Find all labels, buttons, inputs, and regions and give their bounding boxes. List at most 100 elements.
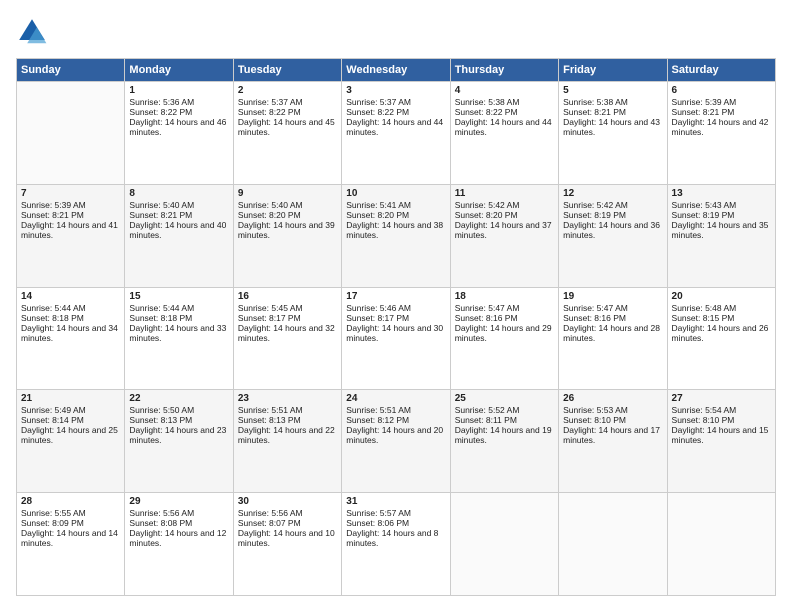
sunset-text: Sunset: 8:18 PM — [129, 313, 228, 323]
calendar-cell: 9Sunrise: 5:40 AMSunset: 8:20 PMDaylight… — [233, 184, 341, 287]
sunset-text: Sunset: 8:20 PM — [455, 210, 554, 220]
daylight-text: Daylight: 14 hours and 30 minutes. — [346, 323, 445, 343]
day-number: 20 — [672, 291, 771, 302]
daylight-text: Daylight: 14 hours and 23 minutes. — [129, 425, 228, 445]
calendar-cell: 11Sunrise: 5:42 AMSunset: 8:20 PMDayligh… — [450, 184, 558, 287]
sunset-text: Sunset: 8:18 PM — [21, 313, 120, 323]
calendar-cell: 2Sunrise: 5:37 AMSunset: 8:22 PMDaylight… — [233, 82, 341, 185]
sunrise-text: Sunrise: 5:39 AM — [21, 200, 120, 210]
calendar-cell: 17Sunrise: 5:46 AMSunset: 8:17 PMDayligh… — [342, 287, 450, 390]
sunrise-text: Sunrise: 5:37 AM — [238, 97, 337, 107]
sunset-text: Sunset: 8:13 PM — [129, 415, 228, 425]
daylight-text: Daylight: 14 hours and 44 minutes. — [346, 117, 445, 137]
day-number: 19 — [563, 291, 662, 302]
sunrise-text: Sunrise: 5:37 AM — [346, 97, 445, 107]
calendar-cell: 18Sunrise: 5:47 AMSunset: 8:16 PMDayligh… — [450, 287, 558, 390]
daylight-text: Daylight: 14 hours and 45 minutes. — [238, 117, 337, 137]
daylight-text: Daylight: 14 hours and 38 minutes. — [346, 220, 445, 240]
sunrise-text: Sunrise: 5:44 AM — [129, 303, 228, 313]
day-number: 23 — [238, 393, 337, 404]
daylight-text: Daylight: 14 hours and 35 minutes. — [672, 220, 771, 240]
day-number: 11 — [455, 188, 554, 199]
sunrise-text: Sunrise: 5:57 AM — [346, 508, 445, 518]
calendar-cell: 19Sunrise: 5:47 AMSunset: 8:16 PMDayligh… — [559, 287, 667, 390]
day-number: 7 — [21, 188, 120, 199]
daylight-text: Daylight: 14 hours and 14 minutes. — [21, 528, 120, 548]
day-number: 16 — [238, 291, 337, 302]
sunset-text: Sunset: 8:07 PM — [238, 518, 337, 528]
day-number: 31 — [346, 496, 445, 507]
calendar-cell: 30Sunrise: 5:56 AMSunset: 8:07 PMDayligh… — [233, 493, 341, 596]
sunrise-text: Sunrise: 5:36 AM — [129, 97, 228, 107]
calendar-cell: 28Sunrise: 5:55 AMSunset: 8:09 PMDayligh… — [17, 493, 125, 596]
calendar-cell — [667, 493, 775, 596]
calendar-cell: 6Sunrise: 5:39 AMSunset: 8:21 PMDaylight… — [667, 82, 775, 185]
calendar-week-row: 28Sunrise: 5:55 AMSunset: 8:09 PMDayligh… — [17, 493, 776, 596]
sunset-text: Sunset: 8:09 PM — [21, 518, 120, 528]
sunrise-text: Sunrise: 5:43 AM — [672, 200, 771, 210]
sunrise-text: Sunrise: 5:40 AM — [129, 200, 228, 210]
day-number: 1 — [129, 85, 228, 96]
sunset-text: Sunset: 8:20 PM — [238, 210, 337, 220]
day-header-sunday: Sunday — [17, 59, 125, 82]
sunset-text: Sunset: 8:19 PM — [672, 210, 771, 220]
day-header-friday: Friday — [559, 59, 667, 82]
daylight-text: Daylight: 14 hours and 10 minutes. — [238, 528, 337, 548]
sunrise-text: Sunrise: 5:49 AM — [21, 405, 120, 415]
sunrise-text: Sunrise: 5:45 AM — [238, 303, 337, 313]
daylight-text: Daylight: 14 hours and 12 minutes. — [129, 528, 228, 548]
sunset-text: Sunset: 8:22 PM — [455, 107, 554, 117]
day-header-monday: Monday — [125, 59, 233, 82]
daylight-text: Daylight: 14 hours and 20 minutes. — [346, 425, 445, 445]
calendar-cell: 21Sunrise: 5:49 AMSunset: 8:14 PMDayligh… — [17, 390, 125, 493]
calendar-cell: 12Sunrise: 5:42 AMSunset: 8:19 PMDayligh… — [559, 184, 667, 287]
calendar-table: SundayMondayTuesdayWednesdayThursdayFrid… — [16, 58, 776, 596]
day-number: 17 — [346, 291, 445, 302]
day-number: 3 — [346, 85, 445, 96]
sunset-text: Sunset: 8:16 PM — [563, 313, 662, 323]
sunset-text: Sunset: 8:22 PM — [238, 107, 337, 117]
daylight-text: Daylight: 14 hours and 15 minutes. — [672, 425, 771, 445]
page: SundayMondayTuesdayWednesdayThursdayFrid… — [0, 0, 792, 612]
calendar-cell: 16Sunrise: 5:45 AMSunset: 8:17 PMDayligh… — [233, 287, 341, 390]
sunset-text: Sunset: 8:21 PM — [129, 210, 228, 220]
daylight-text: Daylight: 14 hours and 37 minutes. — [455, 220, 554, 240]
calendar-cell: 3Sunrise: 5:37 AMSunset: 8:22 PMDaylight… — [342, 82, 450, 185]
calendar-cell: 24Sunrise: 5:51 AMSunset: 8:12 PMDayligh… — [342, 390, 450, 493]
calendar-cell: 23Sunrise: 5:51 AMSunset: 8:13 PMDayligh… — [233, 390, 341, 493]
sunrise-text: Sunrise: 5:52 AM — [455, 405, 554, 415]
sunset-text: Sunset: 8:12 PM — [346, 415, 445, 425]
sunrise-text: Sunrise: 5:50 AM — [129, 405, 228, 415]
calendar-week-row: 21Sunrise: 5:49 AMSunset: 8:14 PMDayligh… — [17, 390, 776, 493]
day-number: 10 — [346, 188, 445, 199]
daylight-text: Daylight: 14 hours and 32 minutes. — [238, 323, 337, 343]
sunset-text: Sunset: 8:06 PM — [346, 518, 445, 528]
logo-icon — [16, 16, 48, 48]
sunset-text: Sunset: 8:16 PM — [455, 313, 554, 323]
daylight-text: Daylight: 14 hours and 25 minutes. — [21, 425, 120, 445]
sunset-text: Sunset: 8:22 PM — [129, 107, 228, 117]
daylight-text: Daylight: 14 hours and 17 minutes. — [563, 425, 662, 445]
calendar-cell: 13Sunrise: 5:43 AMSunset: 8:19 PMDayligh… — [667, 184, 775, 287]
day-number: 6 — [672, 85, 771, 96]
daylight-text: Daylight: 14 hours and 46 minutes. — [129, 117, 228, 137]
daylight-text: Daylight: 14 hours and 28 minutes. — [563, 323, 662, 343]
daylight-text: Daylight: 14 hours and 33 minutes. — [129, 323, 228, 343]
sunrise-text: Sunrise: 5:56 AM — [129, 508, 228, 518]
day-number: 15 — [129, 291, 228, 302]
calendar-week-row: 1Sunrise: 5:36 AMSunset: 8:22 PMDaylight… — [17, 82, 776, 185]
sunrise-text: Sunrise: 5:51 AM — [238, 405, 337, 415]
sunset-text: Sunset: 8:21 PM — [672, 107, 771, 117]
daylight-text: Daylight: 14 hours and 39 minutes. — [238, 220, 337, 240]
sunrise-text: Sunrise: 5:38 AM — [455, 97, 554, 107]
day-number: 2 — [238, 85, 337, 96]
calendar-cell: 26Sunrise: 5:53 AMSunset: 8:10 PMDayligh… — [559, 390, 667, 493]
calendar-cell: 15Sunrise: 5:44 AMSunset: 8:18 PMDayligh… — [125, 287, 233, 390]
sunset-text: Sunset: 8:21 PM — [563, 107, 662, 117]
sunrise-text: Sunrise: 5:48 AM — [672, 303, 771, 313]
day-number: 22 — [129, 393, 228, 404]
calendar-cell — [559, 493, 667, 596]
day-number: 4 — [455, 85, 554, 96]
sunrise-text: Sunrise: 5:40 AM — [238, 200, 337, 210]
daylight-text: Daylight: 14 hours and 19 minutes. — [455, 425, 554, 445]
